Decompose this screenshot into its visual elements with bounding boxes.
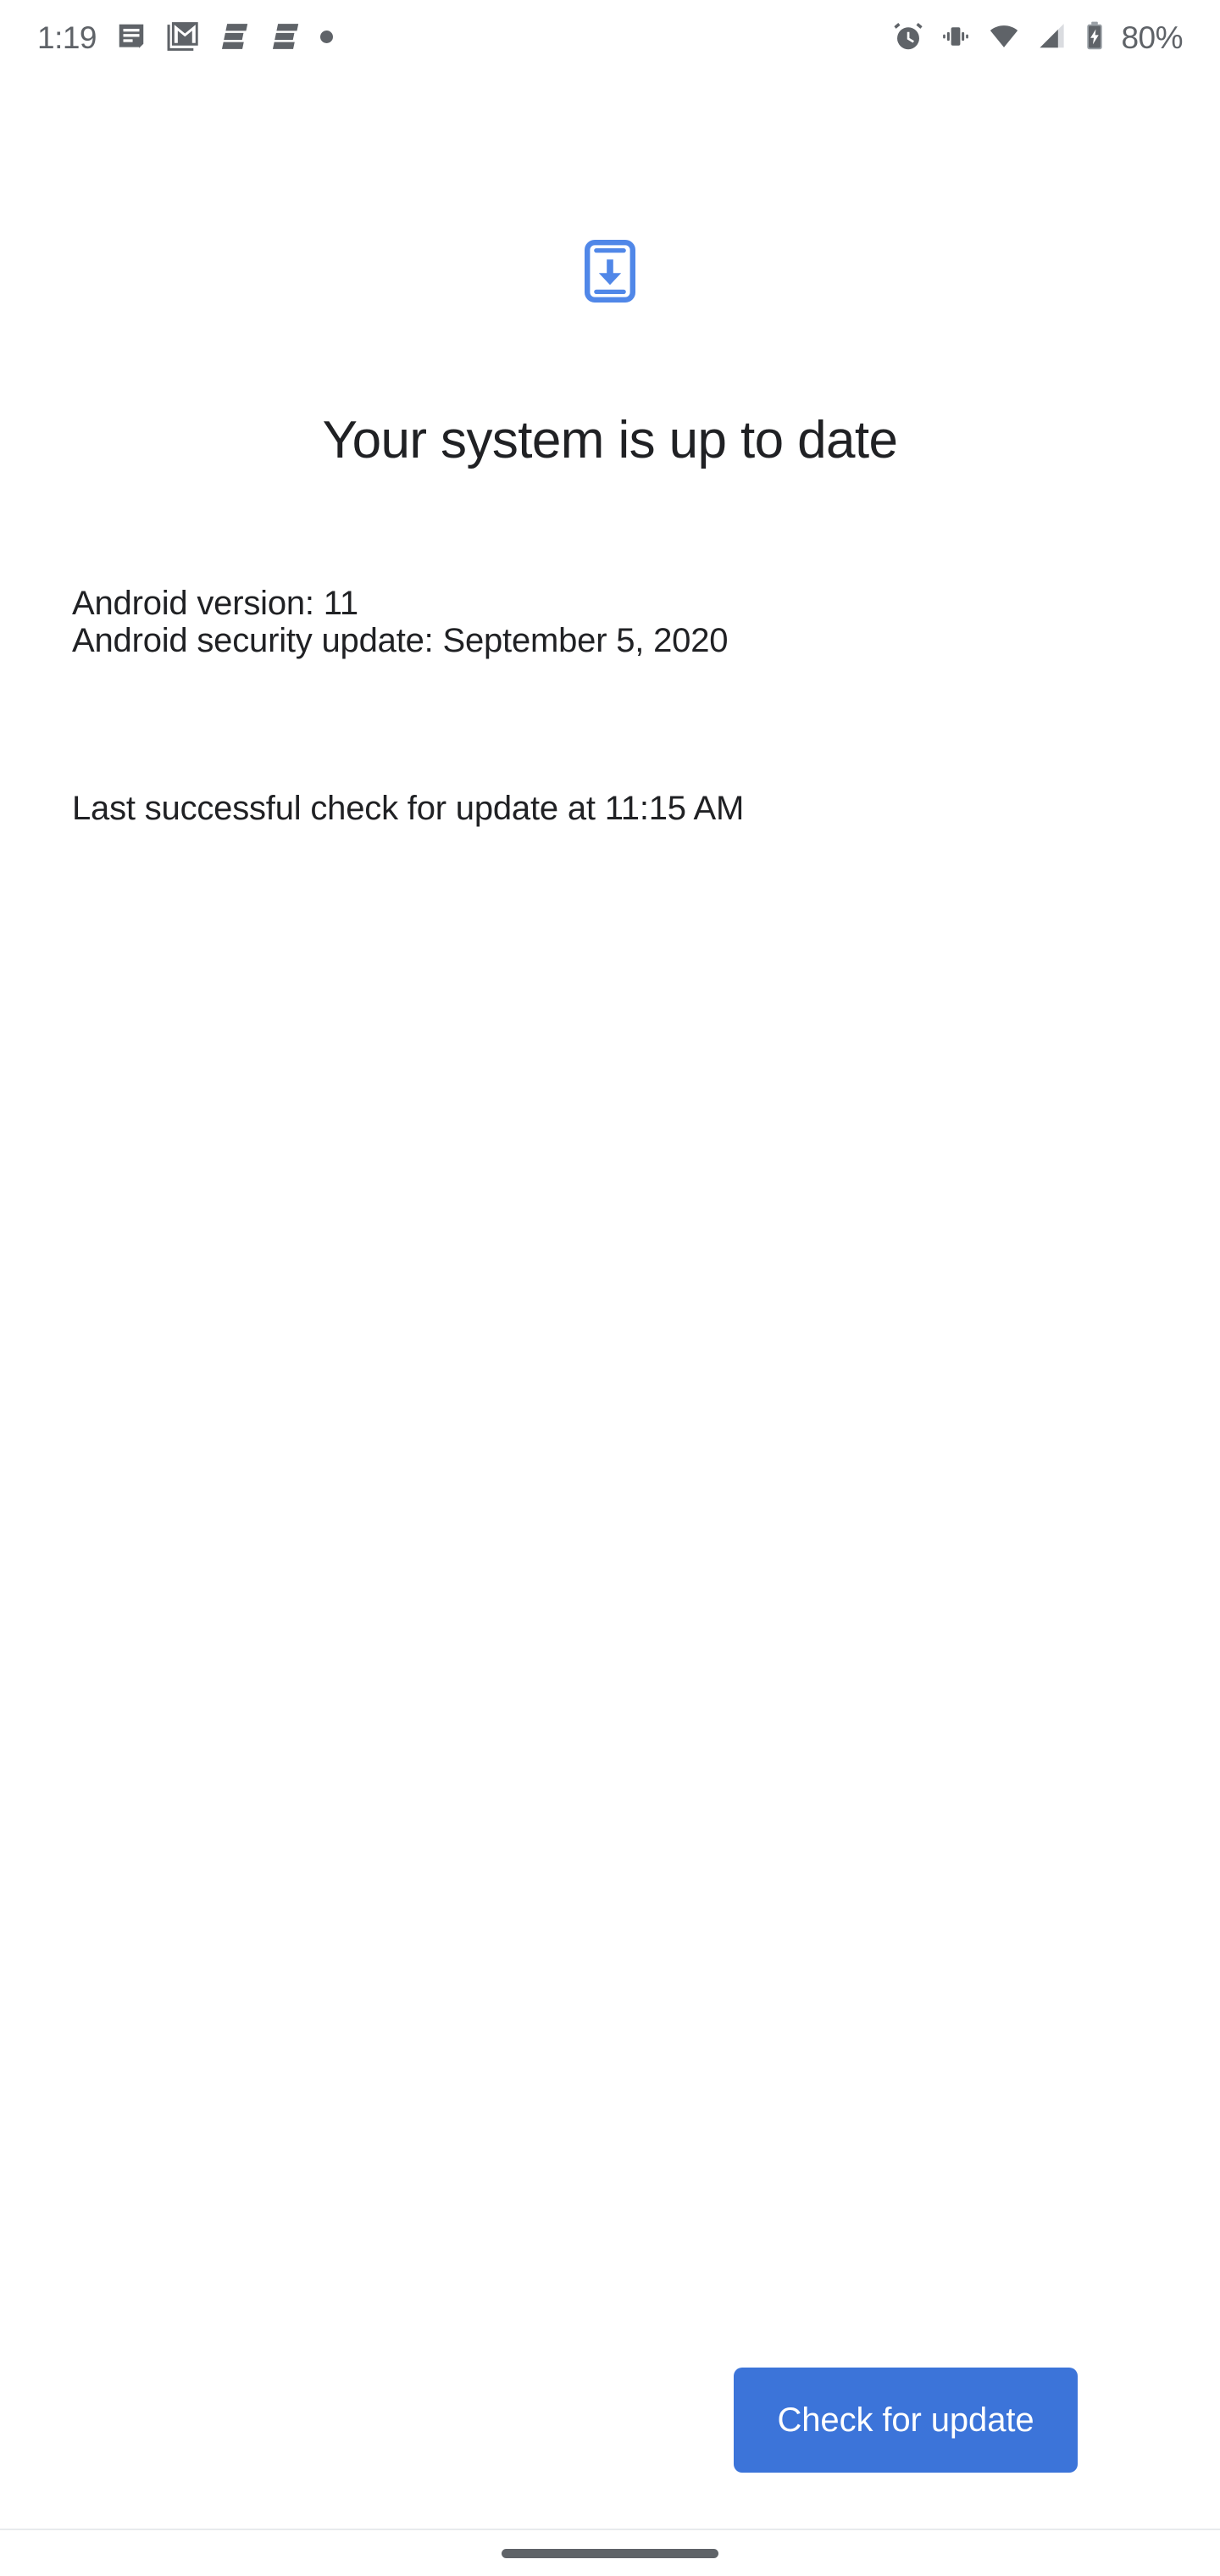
app-notification-icon-2 bbox=[269, 20, 302, 53]
battery-charging-icon bbox=[1084, 20, 1106, 53]
status-bar: 1:19 80% bbox=[0, 0, 1220, 73]
status-bar-clock: 1:19 bbox=[37, 19, 97, 55]
last-successful-check-line: Last successful check for update at 11:1… bbox=[72, 790, 745, 827]
gmail-icon bbox=[166, 20, 200, 53]
messages-icon bbox=[115, 20, 147, 53]
cellular-signal-icon bbox=[1036, 20, 1068, 53]
alarm-icon bbox=[892, 20, 924, 53]
status-bar-left-group: 1:19 bbox=[37, 0, 334, 73]
navigation-bar bbox=[0, 2529, 1220, 2576]
system-update-screen: Your system is up to date Android versio… bbox=[0, 73, 1220, 2529]
wifi-icon bbox=[987, 20, 1021, 53]
system-update-icon bbox=[585, 240, 635, 307]
system-info-block: Android version: 11 Android security upd… bbox=[72, 586, 1165, 658]
status-bar-right-group: 80% bbox=[892, 0, 1183, 73]
gesture-navigation-handle[interactable] bbox=[502, 2549, 718, 2558]
battery-percentage-label: 80% bbox=[1121, 19, 1183, 55]
android-version-line: Android version: 11 bbox=[72, 585, 358, 622]
app-notification-icon-1 bbox=[219, 20, 251, 53]
vibrate-icon bbox=[940, 20, 972, 53]
system-update-icon-container bbox=[0, 240, 1220, 307]
more-notifications-dot-icon bbox=[320, 30, 334, 43]
android-security-update-line: Android security update: September 5, 20… bbox=[72, 621, 729, 659]
check-for-update-button[interactable]: Check for update bbox=[734, 2368, 1078, 2473]
page-title: Your system is up to date bbox=[322, 411, 898, 469]
